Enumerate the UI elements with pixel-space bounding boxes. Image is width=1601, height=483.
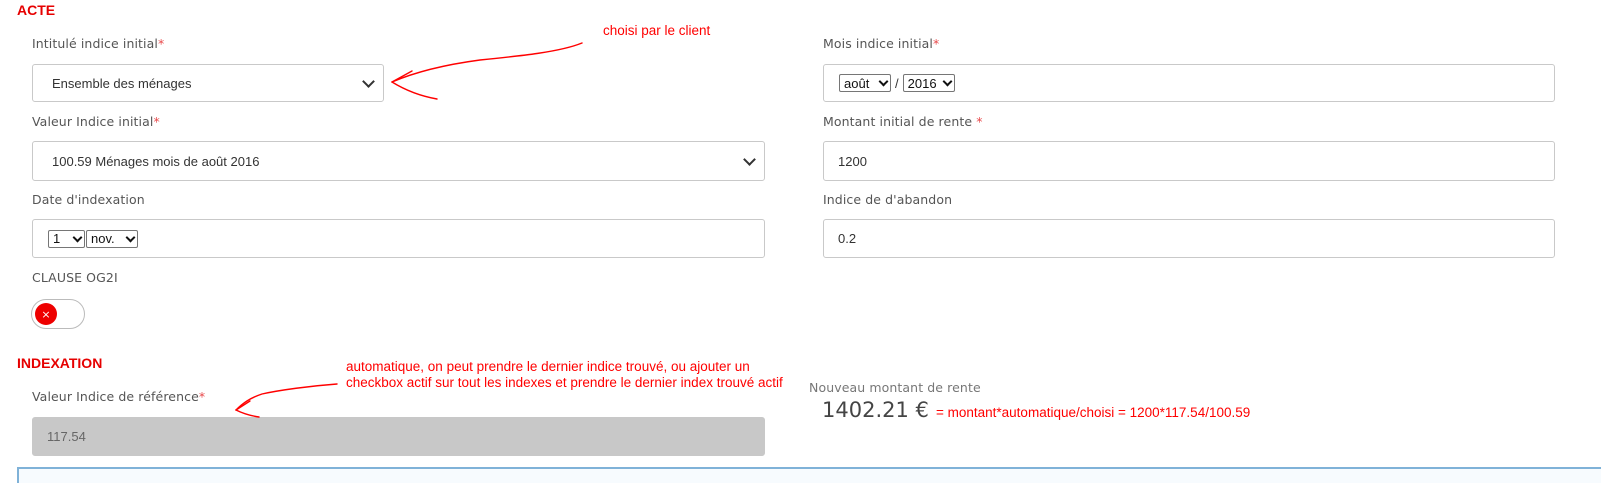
arrow-client-icon <box>391 42 583 83</box>
arrow-auto-icon <box>235 383 338 411</box>
arrow-auto-head-lower-icon <box>235 409 260 418</box>
bottom-panel <box>17 467 1601 483</box>
arrow-client-head-upper-icon <box>391 70 413 83</box>
arrow-auto-head-upper-icon <box>235 400 251 411</box>
arrow-client-head-lower-icon <box>391 81 438 100</box>
annotation-arrows <box>235 42 583 418</box>
